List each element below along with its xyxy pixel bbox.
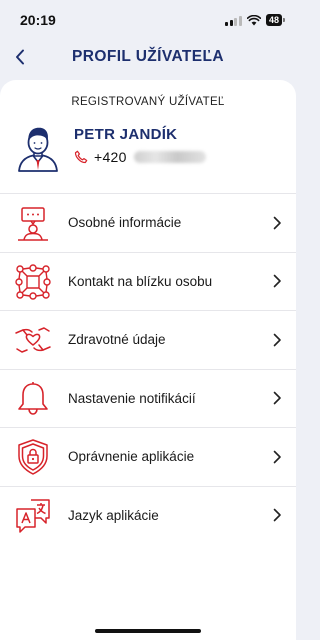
- shield-lock-icon: [18, 439, 48, 475]
- menu-item-app-language[interactable]: Jazyk aplikácie: [0, 485, 296, 545]
- menu-item-notifications[interactable]: Nastavenie notifikácií: [0, 368, 296, 428]
- menu-item-label: Oprávnenie aplikácie: [68, 449, 195, 465]
- user-section-header: REGISTROVANÝ UŽÍVATEĽ: [71, 96, 225, 108]
- menu-item-app-permissions[interactable]: Oprávnenie aplikácie: [0, 427, 296, 486]
- menu-item-health-data[interactable]: Zdravotné údaje: [0, 310, 296, 369]
- bell-icon: [18, 381, 48, 415]
- profile-menu: Osobné informácie Kontakt na blízku osob…: [0, 193, 296, 544]
- user-name: PETR JANDÍK: [74, 126, 178, 143]
- home-indicator[interactable]: [95, 629, 201, 633]
- personal-info-icon: [18, 207, 48, 241]
- menu-item-label: Kontakt na blízku osobu: [68, 273, 213, 289]
- battery-icon: 48: [265, 14, 286, 26]
- menu-item-label: Osobné informácie: [68, 215, 182, 231]
- status-time: 20:19: [20, 12, 56, 28]
- chevron-right-icon: [273, 391, 281, 405]
- health-hands-heart-icon: [15, 327, 51, 353]
- user-avatar-icon: [18, 127, 58, 172]
- user-phone: +420: [74, 149, 206, 165]
- status-icons: 48: [225, 14, 286, 26]
- chevron-right-icon: [273, 333, 281, 347]
- menu-item-close-contact[interactable]: Kontakt na blízku osobu: [0, 251, 296, 311]
- user-section: REGISTROVANÝ UŽÍVATEĽ PETR JANDÍK +420: [0, 80, 296, 193]
- contact-network-icon: [15, 263, 51, 300]
- chevron-right-icon: [273, 216, 281, 230]
- menu-item-label: Nastavenie notifikácií: [68, 390, 196, 406]
- language-icon: [16, 498, 50, 533]
- chevron-right-icon: [273, 274, 281, 288]
- page-title: PROFIL UŽÍVATEĽA: [72, 48, 224, 65]
- chevron-right-icon: [273, 450, 281, 464]
- wifi-icon: [246, 14, 261, 25]
- profile-card: REGISTROVANÝ UŽÍVATEĽ PETR JANDÍK +420 O…: [0, 80, 296, 640]
- nav-bar: PROFIL UŽÍVATEĽA: [0, 40, 296, 74]
- signal-icon: [225, 15, 242, 26]
- phone-prefix: +420: [94, 149, 127, 165]
- back-button[interactable]: [6, 43, 34, 71]
- menu-item-label: Zdravotné údaje: [68, 332, 166, 348]
- chevron-right-icon: [273, 508, 281, 522]
- menu-item-personal-info[interactable]: Osobné informácie: [0, 193, 296, 252]
- menu-item-label: Jazyk aplikácie: [68, 507, 159, 523]
- phone-icon: [74, 150, 88, 164]
- phone-number-redacted: [133, 151, 206, 163]
- chevron-left-icon: [16, 49, 24, 65]
- status-bar: 20:19 48: [0, 0, 296, 40]
